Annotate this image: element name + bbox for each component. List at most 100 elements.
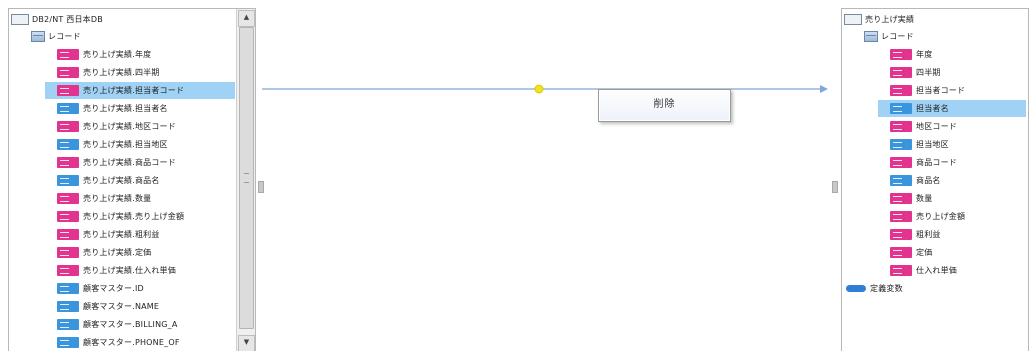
mapping-canvas[interactable] [262, 8, 834, 351]
field-label: 年度 [916, 50, 933, 59]
field-label: 担当者コード [916, 86, 966, 95]
string-type-icon [890, 67, 912, 78]
field-label: 売り上げ実績.商品コード [83, 158, 176, 167]
string-type-icon [890, 193, 912, 204]
target-field-item[interactable]: 担当地区 [878, 136, 1026, 153]
database-icon [844, 14, 862, 25]
source-field-item[interactable]: 売り上げ実績.商品コード [45, 154, 235, 171]
number-type-icon [57, 301, 79, 312]
field-label: 売り上げ実績.売り上げ金額 [83, 212, 185, 221]
source-field-item[interactable]: 顧客マスター.BILLING_A [45, 316, 235, 333]
source-field-item[interactable]: 顧客マスター.PHONE_OF [45, 334, 235, 351]
field-label: 売り上げ実績.年度 [83, 50, 152, 59]
string-type-icon [890, 157, 912, 168]
field-label: 商品名 [916, 176, 941, 185]
source-field-item[interactable]: 売り上げ実績.年度 [45, 46, 235, 63]
source-field-item[interactable]: 売り上げ実績.担当地区 [45, 136, 235, 153]
string-type-icon [890, 121, 912, 132]
target-tree-panel[interactable]: 売り上げ実績 レコード 年度四半期担当者コード 担当者名地区コード担当地区商品コー… [841, 8, 1029, 351]
field-label: 顧客マスター.NAME [83, 302, 160, 311]
record-icon [31, 31, 45, 42]
source-tree: DB2/NT 西日本DB レコード 売り上げ実績.年度 売り上げ実績.四半期 売り上… [9, 9, 255, 351]
source-record-label: レコード [48, 32, 81, 41]
field-label: 数量 [916, 194, 933, 203]
string-type-icon [890, 211, 912, 222]
number-type-icon [57, 103, 79, 114]
field-label: 売り上げ実績.担当者コード [83, 86, 185, 95]
field-label: 売り上げ実績.粗利益 [83, 230, 160, 239]
scroll-up-arrow-icon[interactable]: ▲ [238, 10, 255, 27]
target-field-item[interactable]: 担当者名 [878, 100, 1026, 117]
field-label: 売り上げ実績.担当地区 [83, 140, 168, 149]
field-label: 担当者名 [916, 104, 949, 113]
string-type-icon [57, 67, 79, 78]
scroll-thumb[interactable] [239, 27, 254, 329]
definition-variable-node[interactable]: 定義変数 [846, 280, 1026, 297]
target-field-item[interactable]: 商品名 [878, 172, 1026, 189]
number-type-icon [57, 337, 79, 348]
mapping-editor: DB2/NT 西日本DB レコード 売り上げ実績.年度 売り上げ実績.四半期 売り上… [0, 0, 1035, 351]
source-root-node[interactable]: DB2/NT 西日本DB [11, 11, 235, 28]
string-type-icon [890, 229, 912, 240]
mapping-connector[interactable] [262, 83, 834, 95]
record-icon [864, 31, 878, 42]
target-field-item[interactable]: 数量 [878, 190, 1026, 207]
source-field-item[interactable]: 売り上げ実績.仕入れ単価 [45, 262, 235, 279]
source-field-item[interactable]: 売り上げ実績.地区コード [45, 118, 235, 135]
field-label: 顧客マスター.BILLING_A [83, 320, 178, 329]
number-type-icon [890, 139, 912, 150]
source-root-label: DB2/NT 西日本DB [32, 15, 103, 24]
source-field-item[interactable]: 顧客マスター.NAME [45, 298, 235, 315]
target-field-item[interactable]: 売り上げ金額 [878, 208, 1026, 225]
delete-menu-item[interactable]: 削除 [600, 91, 729, 120]
target-field-item[interactable]: 定価 [878, 244, 1026, 261]
field-label: 地区コード [916, 122, 957, 131]
database-icon [11, 14, 29, 25]
field-label: 売り上げ金額 [916, 212, 966, 221]
number-type-icon [57, 319, 79, 330]
target-record-node[interactable]: レコード [864, 28, 1026, 45]
source-record-node[interactable]: レコード [31, 28, 235, 45]
string-type-icon [890, 265, 912, 276]
target-field-item[interactable]: 四半期 [878, 64, 1026, 81]
source-tree-scrollbar[interactable]: ▲ ▼ [236, 9, 255, 351]
source-field-item[interactable]: 売り上げ実績.定価 [45, 244, 235, 261]
field-label: 売り上げ実績.仕入れ単価 [83, 266, 176, 275]
string-type-icon [890, 85, 912, 96]
scroll-down-arrow-icon[interactable]: ▼ [238, 335, 255, 351]
definition-variable-label: 定義変数 [870, 284, 903, 293]
string-type-icon [890, 49, 912, 60]
target-root-node[interactable]: 売り上げ実績 [844, 11, 1026, 28]
source-field-item[interactable]: 顧客マスター.ID [45, 280, 235, 297]
number-type-icon [57, 283, 79, 294]
source-field-item[interactable]: 売り上げ実績.売り上げ金額 [45, 208, 235, 225]
target-field-item[interactable]: 地区コード [878, 118, 1026, 135]
field-label: 定価 [916, 248, 933, 257]
number-type-icon [890, 103, 912, 114]
source-field-item[interactable]: 売り上げ実績.商品名 [45, 172, 235, 189]
field-label: 粗利益 [916, 230, 941, 239]
arrowhead-icon [820, 85, 828, 93]
field-label: 売り上げ実績.地区コード [83, 122, 176, 131]
scroll-grip-icon [244, 173, 249, 183]
target-field-item[interactable]: 粗利益 [878, 226, 1026, 243]
source-field-item[interactable]: 売り上げ実績.粗利益 [45, 226, 235, 243]
string-type-icon [57, 247, 79, 258]
source-field-item[interactable]: 売り上げ実績.担当者コード [45, 82, 235, 99]
target-field-item[interactable]: 仕入れ単価 [878, 262, 1026, 279]
field-label: 売り上げ実績.定価 [83, 248, 152, 257]
target-field-item[interactable]: 年度 [878, 46, 1026, 63]
field-label: 担当地区 [916, 140, 949, 149]
source-field-item[interactable]: 売り上げ実績.担当者名 [45, 100, 235, 117]
link-handle-icon[interactable] [534, 84, 544, 94]
target-record-label: レコード [881, 32, 914, 41]
source-field-item[interactable]: 売り上げ実績.四半期 [45, 64, 235, 81]
source-tree-panel[interactable]: DB2/NT 西日本DB レコード 売り上げ実績.年度 売り上げ実績.四半期 売り上… [8, 8, 256, 351]
target-field-item[interactable]: 担当者コード [878, 82, 1026, 99]
source-field-item[interactable]: 売り上げ実績.数量 [45, 190, 235, 207]
number-type-icon [57, 175, 79, 186]
field-label: 売り上げ実績.商品名 [83, 176, 160, 185]
string-type-icon [57, 193, 79, 204]
target-tree: 売り上げ実績 レコード 年度四半期担当者コード 担当者名地区コード担当地区商品コー… [842, 9, 1028, 351]
target-field-item[interactable]: 商品コード [878, 154, 1026, 171]
